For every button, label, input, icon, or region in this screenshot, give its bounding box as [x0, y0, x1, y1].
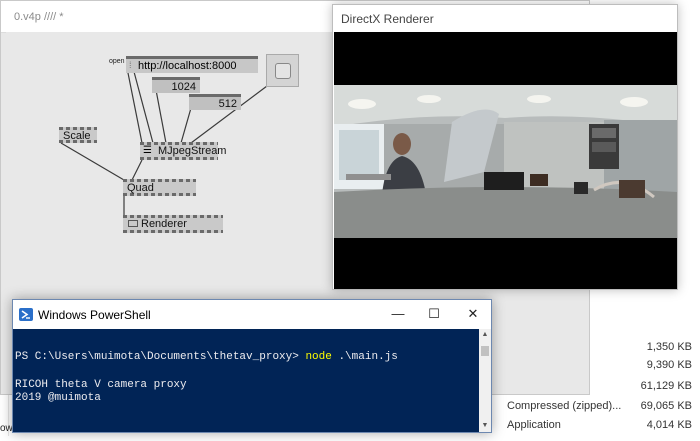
renderer-title: DirectX Renderer	[341, 12, 434, 26]
file-size: 1,350 KB	[646, 341, 692, 353]
url-string-iobox[interactable]: ⁞ http://localhost:8000	[126, 56, 258, 73]
url-value: http://localhost:8000	[138, 60, 237, 72]
close-button[interactable]: ✕	[459, 304, 487, 324]
powershell-titlebar[interactable]: Windows PowerShell — ☐ ✕	[13, 300, 491, 329]
renderer-viewport[interactable]	[334, 32, 677, 289]
directx-renderer-window: DirectX Renderer	[332, 4, 678, 290]
output-line: RICOH theta V camera proxy	[15, 379, 187, 391]
height-value-iobox[interactable]: 512	[189, 94, 241, 110]
console-output[interactable]: PS C:\Users\muimota\Documents\thetav_pro…	[13, 329, 479, 432]
command-text: node	[305, 351, 332, 363]
maximize-button[interactable]: ☐	[420, 304, 448, 324]
scale-node-label: Scale	[63, 130, 91, 142]
mjpegstream-node-label: MJpegStream	[158, 145, 227, 157]
bang-button-icon	[275, 63, 291, 79]
window-icon	[128, 220, 138, 227]
output-line: 2019 @muimota	[15, 392, 101, 404]
file-size: 4,014 KB	[646, 419, 692, 431]
link	[180, 107, 192, 144]
quad-node[interactable]: Quad	[123, 179, 196, 196]
file-size: 69,065 KB	[640, 400, 692, 412]
scroll-down-arrow-icon[interactable]: ▼	[479, 420, 491, 432]
powershell-icon	[19, 308, 33, 321]
file-size: 9,390 KB	[646, 359, 692, 371]
powershell-window: Windows PowerShell — ☐ ✕ PS C:\Users\mui…	[12, 299, 492, 433]
link	[132, 67, 154, 144]
link	[126, 67, 143, 144]
renderer-titlebar[interactable]: DirectX Renderer	[333, 5, 677, 31]
file-row[interactable]: Application 4,014 KB	[490, 419, 700, 441]
renderer-node-label: Renderer	[141, 218, 187, 230]
console-scrollbar[interactable]: ▲ ▼	[479, 329, 491, 432]
renderer-node[interactable]: Renderer	[123, 215, 223, 233]
prompt-text: PS C:\Users\muimota\Documents\thetav_pro…	[15, 351, 306, 363]
scroll-thumb[interactable]	[481, 346, 489, 356]
quad-node-label: Quad	[127, 182, 154, 194]
equirectangular-video-frame	[334, 32, 677, 289]
file-type: Application	[507, 419, 561, 431]
prompt-line: PS C:\Users\muimota\Documents\thetav_pro…	[15, 351, 398, 363]
scale-node[interactable]: Scale	[59, 127, 97, 143]
minimize-button[interactable]: —	[384, 304, 412, 324]
file-type: Compressed (zipped)...	[507, 400, 622, 412]
link	[131, 159, 143, 181]
link	[60, 142, 125, 181]
scroll-up-arrow-icon[interactable]: ▲	[479, 329, 491, 341]
width-value-iobox[interactable]: 1024	[152, 77, 200, 93]
node-menu-icon: ☰	[143, 145, 152, 156]
mjpegstream-node[interactable]: ☰ MJpegStream	[140, 142, 226, 160]
powershell-title: Windows PowerShell	[38, 308, 151, 322]
height-value: 512	[218, 98, 237, 110]
patch-title: 0.v4p //// *	[14, 11, 64, 23]
width-value: 1024	[171, 81, 196, 93]
file-size: 61,129 KB	[640, 380, 692, 392]
link	[155, 89, 167, 144]
bang-toggle[interactable]	[266, 54, 299, 87]
command-args: .\main.js	[331, 351, 398, 363]
open-pin-label: open	[109, 58, 125, 65]
iobox-marker-icon: ⁞	[129, 60, 132, 70]
